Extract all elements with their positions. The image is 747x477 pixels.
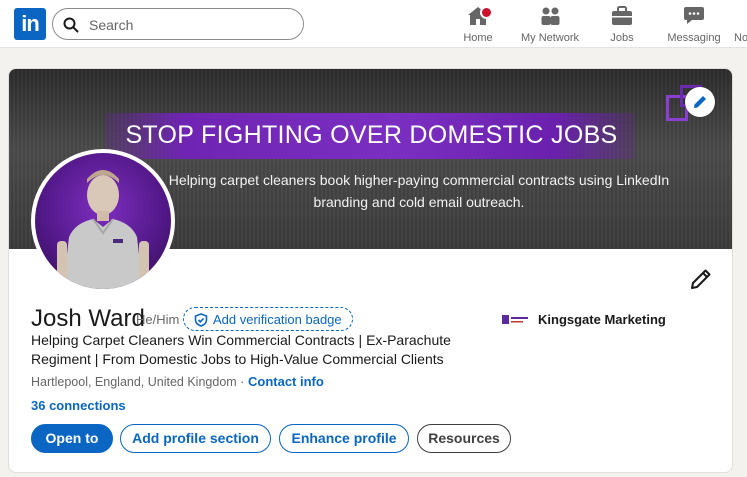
company-logo [502,315,528,324]
linkedin-logo[interactable]: in [14,8,46,40]
nav-label: Jobs [610,32,634,44]
bell-icon [734,6,747,28]
nav-item-messaging[interactable]: Messaging [666,4,722,44]
notification-dot [480,6,493,19]
nav-item-notifications[interactable]: No [734,4,747,44]
search-box[interactable] [52,8,304,40]
profile-headline: Helping Carpet Cleaners Win Commercial C… [31,332,451,367]
nav-label: Messaging [667,32,721,44]
nav-item-jobs[interactable]: Jobs [602,4,642,44]
nav-label: No [734,32,747,44]
add-verification-badge-button[interactable]: Add verification badge [183,307,353,331]
enhance-profile-button[interactable]: Enhance profile [279,424,409,453]
resources-button[interactable]: Resources [417,424,511,453]
profile-photo[interactable] [31,149,175,293]
contact-info-link[interactable]: Contact info [248,374,324,389]
search-input[interactable] [89,15,289,35]
home-icon [466,6,493,28]
edit-banner-button[interactable] [685,87,715,117]
company-name: Kingsgate Marketing [538,312,666,327]
shield-check-icon [194,313,208,327]
nav-item-my-network[interactable]: My Network [518,4,582,44]
pencil-icon [691,269,711,289]
add-profile-section-button[interactable]: Add profile section [120,424,271,453]
nav-label: My Network [520,32,580,44]
briefcase-icon [611,6,633,28]
verification-label: Add verification badge [213,312,342,327]
profile-name: Josh Ward [31,305,145,332]
profile-pronouns: He/Him [136,312,180,327]
connections-link[interactable]: 36 connections [31,398,126,413]
banner-subtext: Helping carpet cleaners book higher-payi… [168,172,670,210]
pencil-icon [694,96,706,108]
profile-photo-person [57,170,149,289]
edit-intro-button[interactable] [689,267,713,291]
profile-location: Hartlepool, England, United Kingdom · [31,375,245,389]
banner-headline: STOP FIGHTING OVER DOMESTIC JOBS [125,121,618,149]
nav-label: Home [463,32,493,44]
nav-item-home[interactable]: Home [458,4,498,44]
open-to-button[interactable]: Open to [31,424,113,453]
search-icon [63,17,79,33]
top-nav: in Home My Network [0,0,747,48]
messaging-icon [683,6,705,28]
network-icon [539,6,561,28]
profile-card: STOP FIGHTING OVER DOMESTIC JOBS Helping… [8,68,733,473]
